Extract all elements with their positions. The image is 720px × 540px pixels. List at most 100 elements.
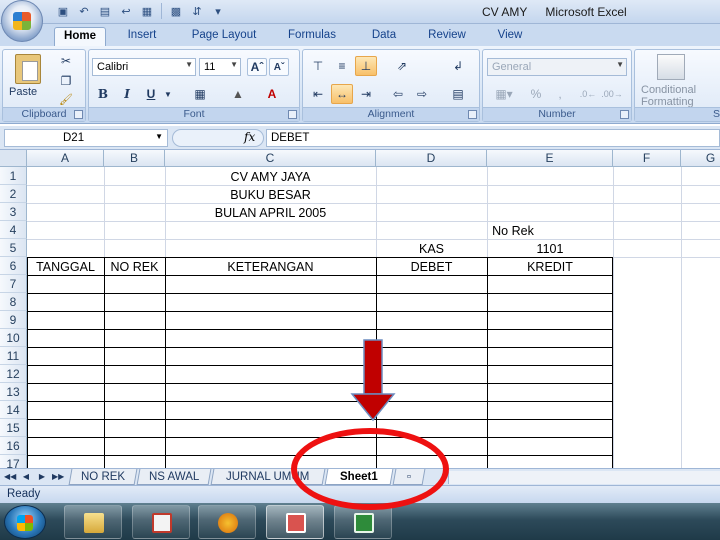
fill-color-icon[interactable]: ▲ [223, 84, 253, 104]
undo-arrow-icon[interactable]: ↩ [117, 3, 135, 19]
column-header-a[interactable]: A [27, 150, 104, 167]
tab-insert[interactable]: Insert [116, 27, 168, 46]
font-launcher-icon[interactable] [288, 110, 297, 119]
row-header[interactable]: 13 [0, 383, 27, 401]
paste-icon[interactable] [15, 54, 41, 84]
align-bottom-icon[interactable]: ⊥ [355, 56, 377, 76]
row-header[interactable]: 7 [0, 275, 27, 293]
grow-font-icon[interactable]: Aˆ [247, 58, 267, 76]
cut-icon[interactable]: ✂ [55, 52, 77, 70]
row-header[interactable]: 17 [0, 455, 27, 468]
number-launcher-icon[interactable] [620, 110, 629, 119]
cell-c3-period[interactable]: BULAN APRIL 2005 [165, 204, 376, 222]
cell-d5-account[interactable]: KAS [376, 240, 487, 258]
row-header[interactable]: 4 [0, 221, 27, 239]
row-header[interactable]: 8 [0, 293, 27, 311]
borders-icon[interactable]: ▦ [185, 84, 215, 104]
row-header[interactable]: 9 [0, 311, 27, 329]
formula-input[interactable]: DEBET [266, 129, 720, 147]
row-header[interactable]: 2 [0, 185, 27, 203]
media-player-icon[interactable] [198, 505, 256, 539]
row-header[interactable]: 12 [0, 365, 27, 383]
row-header[interactable]: 5 [0, 239, 27, 257]
chevron-down-icon[interactable]: ▼ [163, 84, 173, 104]
font-size-combo[interactable]: 11 ▼ [199, 58, 241, 76]
prev-sheet-icon[interactable]: ◀ [20, 471, 32, 483]
row-header[interactable]: 10 [0, 329, 27, 347]
undo-icon[interactable]: ↶ [75, 3, 93, 19]
powerpoint-active-icon[interactable] [266, 505, 324, 539]
italic-button[interactable]: I [117, 84, 137, 104]
print-icon[interactable]: ▦ [138, 3, 156, 19]
wrap-text-icon[interactable]: ↲ [445, 56, 471, 76]
sheet-tab-no-rek[interactable]: NO REK [68, 469, 138, 485]
row-header[interactable]: 1 [0, 167, 27, 185]
increase-decimal-icon[interactable]: .0← [577, 84, 599, 104]
last-sheet-icon[interactable]: ▶▶ [52, 471, 64, 483]
increase-indent-icon[interactable]: ⇨ [411, 84, 433, 104]
cell-e4-no-rek[interactable]: No Rek [487, 222, 539, 240]
conditional-formatting-icon[interactable] [657, 54, 685, 80]
column-header-e[interactable]: E [487, 150, 613, 167]
cell-c2-book[interactable]: BUKU BESAR [165, 186, 376, 204]
customize-toolbar-icon[interactable]: ▾ [209, 3, 227, 19]
number-format-combo[interactable]: General ▼ [487, 58, 627, 76]
bold-button[interactable]: B [93, 84, 113, 104]
comma-style-icon[interactable]: , [549, 84, 571, 104]
align-left-icon[interactable]: ⇤ [307, 84, 329, 104]
decrease-decimal-icon[interactable]: .00→ [601, 84, 623, 104]
currency-icon[interactable]: ▦▾ [487, 84, 521, 104]
format-painter-icon[interactable]: 🖌 [55, 92, 77, 106]
tab-view[interactable]: View [488, 27, 532, 46]
cell-d6-header[interactable]: DEBET [376, 258, 487, 276]
row-header[interactable]: 6 [0, 257, 27, 275]
align-center-icon[interactable]: ↔ [331, 84, 353, 104]
align-right-icon[interactable]: ⇥ [355, 84, 377, 104]
tab-formulas[interactable]: Formulas [280, 27, 344, 46]
orientation-icon[interactable]: ⇗ [387, 56, 417, 76]
clipboard-launcher-icon[interactable] [74, 110, 83, 119]
paste-button[interactable]: Paste [9, 86, 37, 98]
percent-button[interactable]: % [525, 84, 547, 104]
cell-c6-header[interactable]: KETERANGAN [165, 258, 376, 276]
cell-b6-header[interactable]: NO REK [104, 258, 165, 276]
row-header[interactable]: 11 [0, 347, 27, 365]
cell-e5-account-no[interactable]: 1101 [487, 240, 613, 258]
first-sheet-icon[interactable]: ◀◀ [4, 471, 16, 483]
column-header-f[interactable]: F [613, 150, 681, 167]
tab-review[interactable]: Review [420, 27, 474, 46]
column-header-c[interactable]: C [165, 150, 376, 167]
align-middle-icon[interactable]: ≡ [331, 56, 353, 76]
save-icon[interactable]: ▣ [54, 3, 72, 19]
print-preview-icon[interactable]: ▤ [96, 3, 114, 19]
merge-center-icon[interactable]: ▤ [445, 84, 471, 104]
decrease-indent-icon[interactable]: ⇦ [387, 84, 409, 104]
tab-data[interactable]: Data [362, 27, 406, 46]
select-all-corner[interactable] [0, 150, 27, 167]
shrink-font-icon[interactable]: Aˇ [269, 58, 289, 76]
insert-function-button[interactable]: fx [244, 130, 255, 144]
tab-page-layout[interactable]: Page Layout [184, 27, 264, 46]
column-header-b[interactable]: B [104, 150, 165, 167]
horizontal-scrollbar[interactable] [448, 471, 720, 484]
row-header[interactable]: 16 [0, 437, 27, 455]
row-header[interactable]: 3 [0, 203, 27, 221]
alignment-launcher-icon[interactable] [468, 110, 477, 119]
powerpoint-icon[interactable] [132, 505, 190, 539]
start-orb-icon[interactable] [4, 505, 46, 539]
column-header-d[interactable]: D [376, 150, 487, 167]
excel-icon[interactable] [334, 505, 392, 539]
underline-button[interactable]: U [141, 84, 161, 104]
sort-icon[interactable]: ⇵ [188, 3, 206, 19]
cell-a6-header[interactable]: TANGGAL [27, 258, 104, 276]
folder-icon[interactable] [64, 505, 122, 539]
sheet-tab-ns-awal[interactable]: NS AWAL [136, 469, 212, 485]
align-top-icon[interactable]: ⊤ [307, 56, 329, 76]
conditional-formatting-button[interactable]: Conditional Formatting [641, 84, 696, 108]
row-header[interactable]: 14 [0, 401, 27, 419]
copy-icon[interactable]: ❐ [55, 72, 77, 90]
column-header-g[interactable]: G [681, 150, 720, 167]
next-sheet-icon[interactable]: ▶ [36, 471, 48, 483]
form-icon[interactable]: ▩ [167, 3, 185, 19]
row-header[interactable]: 15 [0, 419, 27, 437]
